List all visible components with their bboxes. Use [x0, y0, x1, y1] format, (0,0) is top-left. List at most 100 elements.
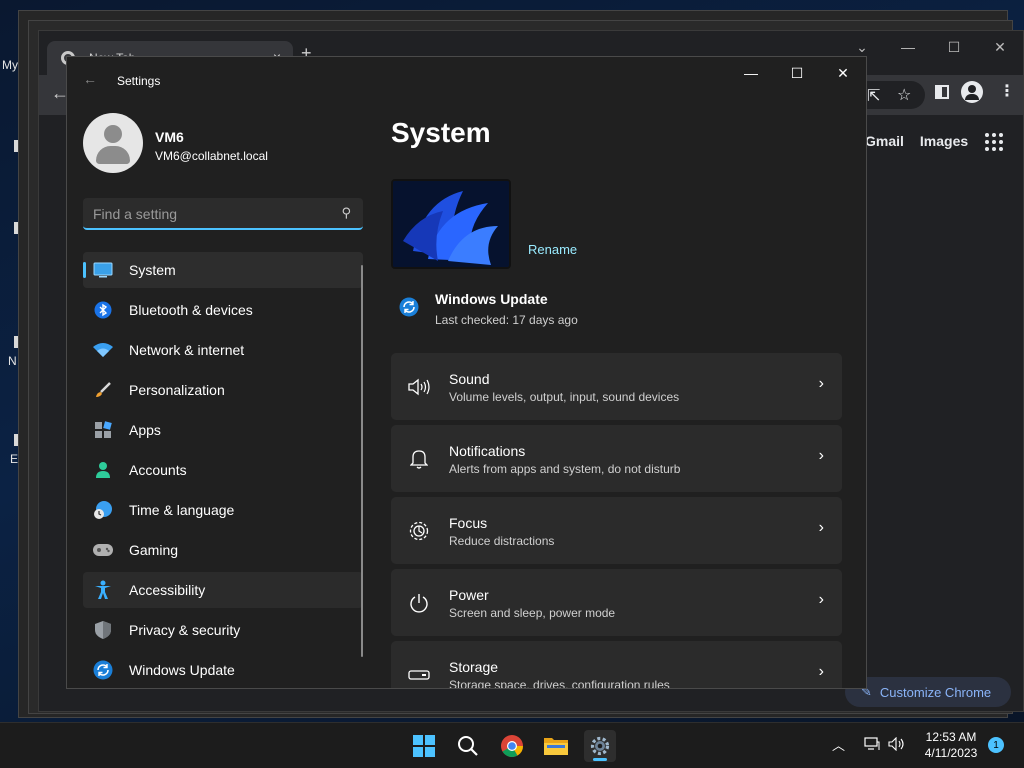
- card-subtitle: Screen and sleep, power mode: [449, 606, 616, 620]
- card-title: Notifications: [449, 443, 526, 459]
- system-icon: [93, 260, 113, 280]
- clock-globe-icon: [93, 500, 113, 520]
- card-subtitle: Alerts from apps and system, do not dist…: [449, 462, 681, 476]
- network-icon[interactable]: [864, 737, 880, 754]
- taskbar-search-button[interactable]: [452, 730, 484, 762]
- nav-item-windows-update[interactable]: Windows Update: [83, 652, 363, 688]
- nav-scrollbar[interactable]: [361, 265, 363, 657]
- chevron-right-icon: ›: [818, 591, 824, 608]
- bluetooth-icon: [93, 300, 113, 320]
- volume-icon[interactable]: [888, 736, 906, 754]
- search-icon[interactable]: ⚲: [341, 205, 351, 221]
- taskbar-file-explorer[interactable]: [540, 730, 572, 762]
- customize-chrome-button[interactable]: ✎ Customize Chrome: [845, 677, 1011, 707]
- speaker-icon: [407, 375, 431, 399]
- gmail-link[interactable]: Gmail: [865, 133, 904, 149]
- windows-logo-icon: [413, 735, 435, 757]
- taskbar-settings[interactable]: [584, 730, 616, 762]
- search-icon: [458, 736, 478, 756]
- user-avatar[interactable]: [83, 113, 143, 173]
- chevron-right-icon: ›: [818, 519, 824, 536]
- omnibox[interactable]: ⇱ ☆: [859, 81, 925, 109]
- shield-icon: [93, 620, 113, 640]
- card-focus[interactable]: Focus Reduce distractions ›: [391, 497, 842, 564]
- nav-item-personalization[interactable]: Personalization: [83, 372, 363, 408]
- profile-avatar-icon[interactable]: [961, 81, 983, 103]
- brush-icon: [93, 380, 113, 400]
- nav-item-bluetooth[interactable]: Bluetooth & devices: [83, 292, 363, 328]
- card-storage[interactable]: Storage Storage space, drives, configura…: [391, 641, 842, 689]
- nav-item-accounts[interactable]: Accounts: [83, 452, 363, 488]
- card-notifications[interactable]: Notifications Alerts from apps and syste…: [391, 425, 842, 492]
- card-subtitle: Storage space, drives, configuration rul…: [449, 678, 670, 689]
- clock-date: 4/11/2023: [924, 746, 978, 760]
- page-title: System: [391, 117, 491, 148]
- settings-cards: Sound Volume levels, output, input, soun…: [391, 353, 842, 689]
- customize-chrome-label: Customize Chrome: [879, 684, 992, 700]
- windows-update-subtitle: Last checked: 17 days ago: [435, 313, 578, 327]
- search-input[interactable]: [93, 204, 333, 224]
- chevron-right-icon: ›: [818, 447, 824, 464]
- card-title: Sound: [449, 371, 490, 387]
- nav-item-gaming[interactable]: Gaming: [83, 532, 363, 568]
- gamepad-icon: [93, 540, 113, 560]
- nav-item-apps[interactable]: Apps: [83, 412, 363, 448]
- settings-window[interactable]: ← Settings — ☐ ✕ VM6 VM6@collabnet.local…: [66, 56, 867, 689]
- desktop-label: N: [8, 354, 17, 368]
- rename-link[interactable]: Rename: [528, 242, 577, 257]
- card-sound[interactable]: Sound Volume levels, output, input, soun…: [391, 353, 842, 420]
- start-button[interactable]: [408, 730, 440, 762]
- nav-item-label: Accounts: [129, 462, 187, 478]
- bell-icon: [407, 447, 431, 471]
- power-icon: [407, 591, 431, 615]
- share-icon[interactable]: ⇱: [867, 86, 880, 106]
- side-panel-icon[interactable]: [935, 85, 949, 99]
- card-power[interactable]: Power Screen and sleep, power mode ›: [391, 569, 842, 636]
- notification-badge[interactable]: 1: [988, 737, 1004, 753]
- focus-icon: [407, 519, 431, 543]
- accounts-icon: [93, 460, 113, 480]
- nav-item-privacy[interactable]: Privacy & security: [83, 612, 363, 648]
- desktop-label: E: [10, 452, 19, 466]
- storage-icon: [407, 663, 431, 687]
- settings-titlebar[interactable]: ← Settings — ☐ ✕: [67, 57, 866, 105]
- gear-icon: [590, 736, 610, 756]
- nav-item-label: Personalization: [129, 382, 225, 398]
- card-subtitle: Volume levels, output, input, sound devi…: [449, 390, 680, 404]
- nav-item-accessibility[interactable]: Accessibility: [83, 572, 363, 608]
- close-button[interactable]: ✕: [820, 57, 866, 89]
- nav-item-label: Windows Update: [129, 662, 235, 678]
- chrome-menu-icon[interactable]: ⋮: [999, 81, 1015, 101]
- chrome-maximize-button[interactable]: ☐: [931, 31, 977, 63]
- folder-icon: [544, 738, 568, 755]
- settings-nav: System Bluetooth & devices Network & int…: [83, 252, 363, 688]
- chrome-close-button[interactable]: ✕: [977, 31, 1023, 63]
- chrome-minimize-button[interactable]: —: [885, 31, 931, 63]
- apps-icon: [93, 420, 113, 440]
- device-wallpaper-thumbnail: [391, 179, 511, 269]
- bookmark-star-icon[interactable]: ☆: [897, 85, 911, 105]
- card-title: Focus: [449, 515, 488, 531]
- window-title: Settings: [117, 74, 161, 88]
- back-arrow-icon[interactable]: ←: [83, 71, 97, 87]
- images-link[interactable]: Images: [920, 133, 968, 149]
- nav-item-label: Apps: [129, 422, 161, 438]
- nav-item-label: Network & internet: [129, 342, 245, 358]
- nav-item-system[interactable]: System: [83, 252, 363, 288]
- taskbar-chrome[interactable]: [496, 730, 528, 762]
- nav-item-label: Time & language: [129, 502, 235, 518]
- minimize-button[interactable]: —: [728, 57, 774, 89]
- chevron-right-icon: ›: [818, 663, 824, 680]
- google-apps-icon[interactable]: [985, 133, 1003, 151]
- taskbar: ︿ 12:53 AM 4/11/2023 1: [0, 722, 1024, 768]
- nav-item-label: System: [129, 262, 176, 278]
- card-subtitle: Reduce distractions: [449, 534, 555, 548]
- chevron-up-icon[interactable]: ︿: [832, 735, 845, 754]
- nav-item-label: Privacy & security: [129, 622, 241, 638]
- taskbar-clock[interactable]: 12:53 AM 4/11/2023: [916, 729, 986, 761]
- maximize-button[interactable]: ☐: [774, 57, 820, 89]
- search-box[interactable]: ⚲: [83, 198, 363, 230]
- wifi-icon: [93, 340, 113, 360]
- nav-item-time-language[interactable]: Time & language: [83, 492, 363, 528]
- nav-item-network[interactable]: Network & internet: [83, 332, 363, 368]
